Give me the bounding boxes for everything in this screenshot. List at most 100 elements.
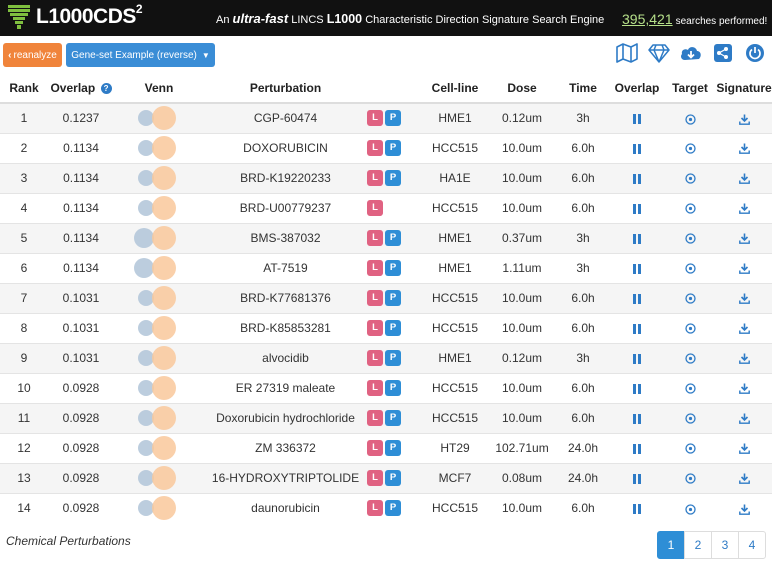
geneset-dropdown-button[interactable]: Gene-set Example (reverse) ▼: [66, 43, 215, 67]
download-icon[interactable]: [738, 263, 750, 275]
lincs-link-badge[interactable]: L: [367, 320, 383, 336]
pubchem-link-badge[interactable]: P: [385, 500, 401, 517]
download-icon[interactable]: [738, 504, 750, 515]
target-icon[interactable]: [684, 263, 696, 274]
venn-diagram[interactable]: [138, 196, 180, 220]
target-icon[interactable]: [684, 443, 696, 454]
share-icon[interactable]: [710, 41, 736, 65]
lincs-link-badge[interactable]: L: [367, 140, 383, 156]
download-icon[interactable]: [738, 293, 750, 305]
header-dose[interactable]: Dose: [488, 74, 556, 104]
pubchem-link-badge[interactable]: P: [385, 260, 401, 276]
lincs-link-badge[interactable]: L: [367, 500, 383, 517]
columns-icon[interactable]: [632, 263, 642, 274]
download-icon[interactable]: [738, 173, 750, 185]
cloud-download-icon[interactable]: [678, 41, 704, 65]
target-icon[interactable]: [684, 293, 696, 304]
columns-icon[interactable]: [632, 143, 642, 154]
target-icon[interactable]: [684, 413, 696, 424]
pubchem-link-badge[interactable]: P: [385, 140, 401, 156]
columns-icon[interactable]: [632, 383, 642, 394]
reanalyze-button[interactable]: ‹ reanalyze: [3, 43, 62, 67]
columns-icon[interactable]: [632, 413, 642, 424]
download-icon[interactable]: [738, 323, 750, 335]
diamond-icon[interactable]: [646, 41, 672, 65]
venn-diagram[interactable]: [138, 286, 180, 310]
download-icon[interactable]: [738, 383, 750, 395]
lincs-link-badge[interactable]: L: [367, 260, 383, 276]
target-icon[interactable]: [684, 143, 696, 154]
download-icon[interactable]: [738, 443, 750, 455]
pubchem-link-badge[interactable]: P: [385, 170, 401, 186]
header-cell-line[interactable]: Cell-line: [422, 74, 488, 104]
columns-icon[interactable]: [632, 293, 642, 304]
columns-icon[interactable]: [632, 353, 642, 364]
download-icon[interactable]: [738, 143, 750, 155]
page-button-3[interactable]: 3: [711, 531, 739, 559]
venn-diagram[interactable]: [138, 346, 180, 370]
page-button-4[interactable]: 4: [738, 531, 766, 559]
header-perturbation[interactable]: Perturbation: [204, 74, 367, 104]
download-icon[interactable]: [738, 413, 750, 425]
target-icon[interactable]: [684, 323, 696, 334]
lincs-link-badge[interactable]: L: [367, 290, 383, 306]
target-icon[interactable]: [684, 353, 696, 364]
pubchem-link-badge[interactable]: P: [385, 440, 401, 456]
target-icon[interactable]: [684, 473, 696, 484]
lincs-link-badge[interactable]: L: [367, 470, 383, 486]
lincs-link-badge[interactable]: L: [367, 440, 383, 456]
target-icon[interactable]: [684, 203, 696, 214]
pubchem-link-badge[interactable]: P: [385, 410, 401, 426]
columns-icon[interactable]: [632, 173, 642, 184]
columns-icon[interactable]: [632, 473, 642, 484]
columns-icon[interactable]: [632, 233, 642, 244]
pubchem-link-badge[interactable]: P: [385, 380, 401, 396]
columns-icon[interactable]: [632, 114, 642, 125]
target-icon[interactable]: [684, 173, 696, 184]
lincs-link-badge[interactable]: L: [367, 230, 383, 246]
page-button-2[interactable]: 2: [684, 531, 712, 559]
pubchem-link-badge[interactable]: P: [385, 290, 401, 306]
venn-diagram[interactable]: [138, 466, 180, 490]
target-icon[interactable]: [684, 233, 696, 244]
target-icon[interactable]: [684, 113, 696, 125]
download-icon[interactable]: [738, 353, 750, 365]
venn-diagram[interactable]: [138, 166, 180, 190]
lincs-link-badge[interactable]: L: [367, 170, 383, 186]
venn-diagram[interactable]: [134, 256, 180, 280]
pubchem-link-badge[interactable]: P: [385, 230, 401, 246]
header-rank[interactable]: Rank: [0, 74, 48, 104]
lincs-link-badge[interactable]: L: [367, 200, 383, 216]
venn-diagram[interactable]: [138, 496, 180, 521]
lincs-link-badge[interactable]: L: [367, 350, 383, 366]
pubchem-link-badge[interactable]: P: [385, 110, 401, 127]
venn-diagram[interactable]: [138, 136, 180, 160]
pubchem-link-badge[interactable]: P: [385, 470, 401, 486]
page-button-1[interactable]: 1: [657, 531, 685, 559]
target-icon[interactable]: [684, 383, 696, 394]
header-overlap[interactable]: Overlap ?: [48, 74, 114, 104]
columns-icon[interactable]: [632, 504, 642, 515]
header-venn[interactable]: Venn: [114, 74, 204, 104]
pubchem-link-badge[interactable]: P: [385, 350, 401, 366]
venn-diagram[interactable]: [138, 406, 180, 430]
header-time[interactable]: Time: [556, 74, 610, 104]
venn-diagram[interactable]: [138, 376, 180, 400]
target-icon[interactable]: [684, 503, 696, 515]
download-icon[interactable]: [738, 473, 750, 485]
download-icon[interactable]: [738, 114, 750, 125]
venn-diagram[interactable]: [138, 436, 180, 460]
map-icon[interactable]: [614, 41, 640, 65]
lincs-link-badge[interactable]: L: [367, 110, 383, 127]
lincs-link-badge[interactable]: L: [367, 410, 383, 426]
venn-diagram[interactable]: [134, 226, 180, 250]
lincs-link-badge[interactable]: L: [367, 380, 383, 396]
power-icon[interactable]: [742, 41, 768, 65]
pubchem-link-badge[interactable]: P: [385, 320, 401, 336]
download-icon[interactable]: [738, 233, 750, 245]
logo[interactable]: L1000CDS2: [8, 2, 143, 29]
help-icon[interactable]: ?: [100, 83, 112, 95]
download-icon[interactable]: [738, 203, 750, 215]
columns-icon[interactable]: [632, 203, 642, 214]
venn-diagram[interactable]: [138, 106, 180, 131]
